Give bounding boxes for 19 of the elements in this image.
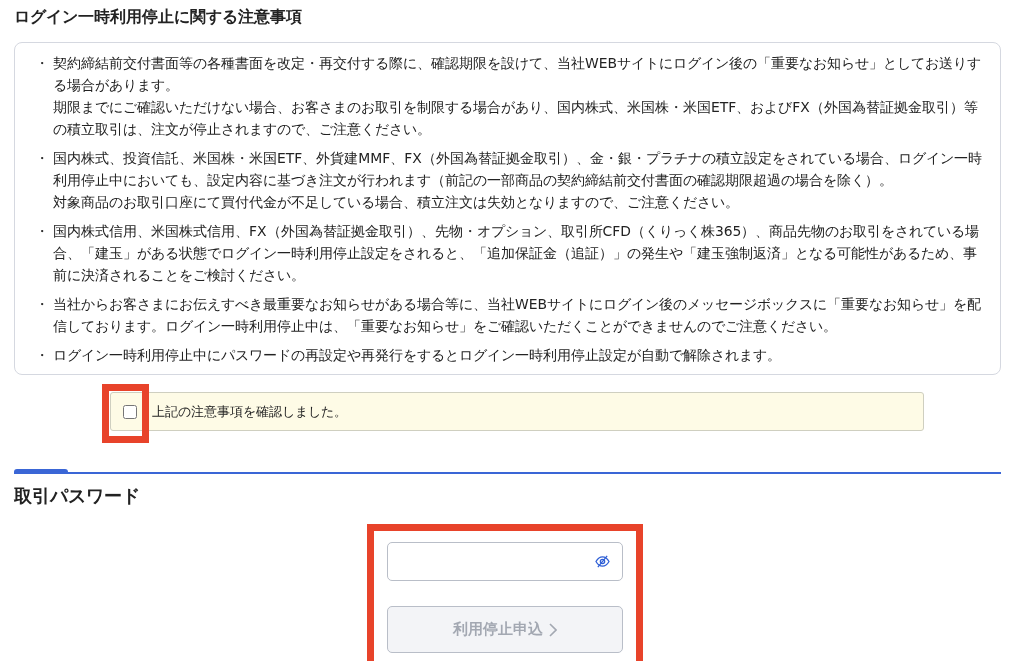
notice-text: 契約締結前交付書面等の各種書面を改定・再交付する際に、確認期限を設けて、当社WEBサイトにログイン後の「重要なお知らせ」としてお送りする場合があります。 — [53, 54, 983, 95]
notice-text: 期限までにご確認いただけない場合、お客さまのお取引を制限する場合があり、国内株式、米国株・米国ETF、およびFX（外国為替証拠金取引）等の積立取引は、注文が停止されますので、ご注意ください。 — [53, 98, 979, 139]
notice-text: 対象商品のお取引口座にて買付代金が不足している場合、積立注文は失効となりますので、ご注意ください。 — [53, 193, 740, 212]
bullet-mark: ・ — [35, 54, 50, 73]
notice-text: 国内株式、投資信託、米国株・米国ETF、外貨建MMF、FX（外国為替証拠金取引）、金・銀・プラチナの積立設定をされている場合、ログイン一時利用停止中においても、設定内容に基づき注文が行われます（前記の一部商品の契約締結前交付書面の確認期限超過の場合を除く）。 — [53, 149, 983, 190]
bullet-mark: ・ — [35, 295, 50, 314]
bullet-mark: ・ — [35, 149, 50, 168]
bullet-mark: ・ — [35, 222, 50, 241]
section-heading: 取引パスワード — [14, 484, 141, 508]
password-field[interactable] — [387, 542, 623, 581]
confirm-checkbox[interactable] — [123, 404, 137, 419]
notice-title: ログイン一時利用停止に関する注意事項 — [14, 6, 303, 28]
notice-text: 当社からお客さまにお伝えすべき最重要なお知らせがある場合等に、当社WEBサイトにログイン後のメッセージボックスに「重要なお知らせ」を配信しております。ログイン一時利用停止中は、「重要なお知らせ」をご確認いただくことができませんのでご注意ください。 — [53, 295, 983, 336]
chevron-right-icon — [549, 622, 557, 637]
eye-slash-icon[interactable] — [595, 555, 610, 568]
notice-text: 国内株式信用、米国株式信用、FX（外国為替証拠金取引）、先物・オプション、取引所CFD（くりっく株365）、商品先物のお取引をされている場合、「建玉」がある状態でログイン一時利用停止設定をされると、「追加保証金（追証）」の発生や「建玉強制返済」となる可能性があるため、事前に決済されることをご検討ください。 — [53, 222, 981, 285]
notice-text: ログイン一時利用停止中にパスワードの再設定や再発行をするとログイン一時利用停止設定が自動で解除されます。 — [53, 346, 781, 365]
bullet-mark: ・ — [35, 346, 50, 365]
confirm-label: 上記の注意事項を確認しました。 — [152, 402, 347, 421]
